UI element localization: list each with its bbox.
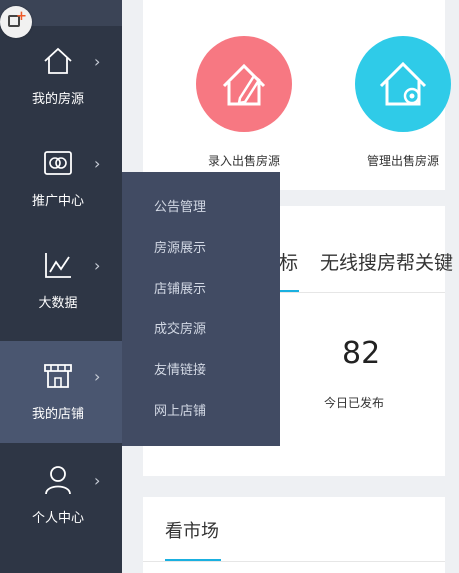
manage-listings-button[interactable]: [355, 36, 451, 132]
submenu-item-friend-links[interactable]: 友情链接: [154, 359, 206, 378]
house-settings-icon: [379, 61, 427, 106]
manage-listings-label: 管理出售房源: [366, 154, 439, 168]
chevron-right-icon: ›: [94, 256, 101, 275]
house-edit-icon: [222, 63, 266, 106]
tab-partial[interactable]: 标: [279, 248, 298, 275]
add-listing-button[interactable]: [196, 36, 292, 132]
market-divider: [143, 561, 445, 562]
submenu-item-store-display[interactable]: 店铺展示: [154, 278, 206, 297]
add-listing-label: 录入出售房源: [207, 154, 280, 168]
sidebar-item-label: 大数据: [38, 296, 78, 311]
market-panel: 看市场: [143, 497, 445, 573]
chevron-right-icon: ›: [94, 471, 101, 490]
sidebar-item-big-data[interactable]: › 大数据: [0, 230, 122, 332]
published-today-value: 82: [342, 336, 381, 371]
chevron-right-icon: ›: [94, 154, 101, 173]
user-icon: [45, 466, 71, 495]
promotion-icon: [44, 151, 72, 175]
sidebar-item-promotion[interactable]: › 推广中心: [0, 128, 122, 230]
published-today-label: 今日已发布: [324, 396, 385, 410]
sidebar-item-label: 推广中心: [31, 194, 84, 209]
store-icon: [44, 364, 72, 388]
sidebar-item-personal-center[interactable]: › 个人中心: [0, 445, 122, 547]
submenu-item-online-store[interactable]: 网上店铺: [154, 400, 206, 419]
app-logo[interactable]: +: [0, 6, 32, 38]
house-icon: [44, 47, 72, 74]
sidebar-item-my-listings[interactable]: › 我的房源: [0, 26, 122, 128]
sidebar-item-my-store[interactable]: › 我的店铺: [0, 341, 122, 443]
sidebar-item-label: 我的房源: [31, 92, 84, 107]
store-submenu: 公告管理 房源展示 店铺展示 成交房源 友情链接 网上店铺: [122, 172, 280, 446]
submenu-item-announcements[interactable]: 公告管理: [154, 196, 206, 215]
tab-wireless-search[interactable]: 无线搜房帮关键: [320, 248, 453, 275]
sidebar: › 我的房源 › 推广中心 › 大数据 › 我的店铺 › 个人中心: [0, 0, 122, 573]
market-title: 看市场: [165, 521, 219, 542]
active-tab-underline: [279, 290, 299, 292]
chevron-right-icon: ›: [94, 52, 101, 71]
chevron-right-icon: ›: [94, 367, 101, 386]
sidebar-item-label: 个人中心: [31, 511, 84, 526]
plus-icon: +: [16, 9, 27, 24]
sidebar-item-label: 我的店铺: [31, 407, 84, 422]
chart-icon: [45, 253, 71, 278]
submenu-item-listing-display[interactable]: 房源展示: [154, 237, 206, 256]
quick-actions-panel: 录入出售房源 管理出售房源: [143, 0, 451, 190]
submenu-item-closed-deals[interactable]: 成交房源: [154, 318, 206, 337]
